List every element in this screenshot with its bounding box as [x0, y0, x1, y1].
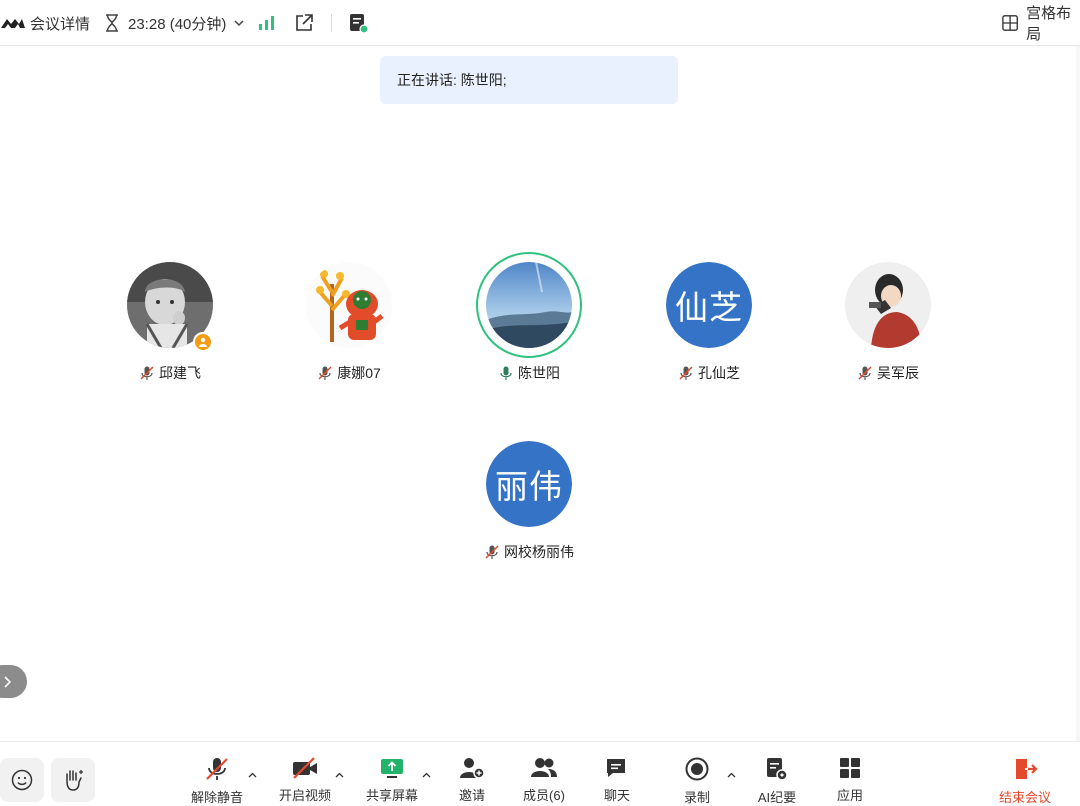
- mic-muted-icon: [858, 366, 872, 380]
- smiley-icon: [11, 769, 33, 791]
- participant-name: 孔仙芝: [698, 365, 740, 381]
- mic-muted-icon: [318, 366, 332, 380]
- share-screen-button[interactable]: 共享屏幕: [360, 756, 424, 804]
- meeting-timer[interactable]: 23:28 (40分钟): [104, 0, 244, 46]
- record-label: 录制: [683, 790, 710, 805]
- bottom-toolbar: 解除静音 开启视频 共享屏幕 邀请 成员(6) 聊天 录制 AI纪要 应用 结束…: [0, 741, 1080, 805]
- participant-name-row: 孔仙芝: [619, 363, 799, 383]
- apps-label: 应用: [836, 788, 863, 803]
- raise-hand-button[interactable]: [51, 758, 95, 802]
- chevron-right-icon: [4, 675, 11, 688]
- start-video-label: 开启视频: [278, 788, 331, 803]
- ai-minutes-label: AI纪要: [757, 790, 797, 805]
- participant-tile[interactable]: 陈世阳: [439, 252, 619, 402]
- unmute-label: 解除静音: [190, 790, 243, 805]
- invite-button[interactable]: 邀请: [440, 756, 504, 804]
- participant-tile[interactable]: 仙芝 孔仙芝: [619, 262, 799, 402]
- chat-label: 聊天: [603, 788, 630, 803]
- topbar-divider: [331, 14, 332, 32]
- ai-notes-icon: [767, 758, 788, 781]
- speaking-text: 正在讲话: 陈世阳;: [397, 72, 507, 88]
- participant-tile[interactable]: 邱建飞: [80, 262, 260, 402]
- avatar: 仙芝: [666, 262, 752, 348]
- host-person-icon: [199, 337, 207, 347]
- share-options-caret-icon[interactable]: [421, 770, 431, 780]
- record-options-caret-icon[interactable]: [726, 770, 736, 780]
- participant-name-row: 陈世阳: [439, 363, 619, 383]
- participant-name: 吴军辰: [877, 365, 919, 381]
- exit-door-icon: [1016, 759, 1038, 779]
- members-button[interactable]: 成员(6): [512, 756, 576, 804]
- ai-minutes-button[interactable]: AI纪要: [745, 756, 809, 805]
- end-meeting-label: 结束会议: [998, 790, 1051, 805]
- raise-hand-icon: [66, 770, 83, 791]
- participant-name: 网校杨丽伟: [504, 544, 574, 560]
- scrollbar-track[interactable]: [1076, 46, 1080, 741]
- participant-tile[interactable]: 康娜07: [259, 262, 439, 402]
- mic-muted-icon: [140, 366, 154, 380]
- tencent-meeting-logo-icon: [1, 19, 25, 28]
- avatar: [486, 262, 572, 348]
- avatar: [306, 262, 392, 348]
- participant-name: 陈世阳: [518, 365, 560, 381]
- invite-label: 邀请: [458, 788, 485, 803]
- apps-button[interactable]: 应用: [818, 756, 882, 804]
- meeting-details-button[interactable]: 会议详情: [0, 0, 90, 46]
- end-meeting-button[interactable]: 结束会议: [993, 756, 1057, 805]
- grid-layout-button[interactable]: 宫格布局: [1002, 0, 1080, 46]
- chat-button[interactable]: 聊天: [585, 756, 649, 804]
- top-bar: 会议详情 23:28 (40分钟) 宫格布局: [0, 0, 1080, 46]
- participant-name-row: 康娜07: [259, 363, 439, 383]
- members-label: 成员(6): [523, 788, 565, 803]
- participant-name-row: 网校杨丽伟: [439, 542, 619, 562]
- participant-tile[interactable]: 丽伟 网校杨丽伟: [439, 441, 619, 581]
- participant-tile[interactable]: 吴军辰: [798, 262, 978, 402]
- record-button[interactable]: 录制: [665, 756, 729, 805]
- grid-layout-icon: [1002, 15, 1018, 31]
- network-signal-icon[interactable]: [258, 0, 276, 46]
- participant-name-row: 吴军辰: [798, 363, 978, 383]
- emoji-reaction-button[interactable]: [0, 758, 44, 802]
- record-icon: [685, 757, 709, 781]
- avatar: 丽伟: [486, 441, 572, 527]
- meeting-details-label: 会议详情: [30, 15, 91, 33]
- share-screen-label: 共享屏幕: [365, 788, 418, 803]
- host-badge: [193, 332, 213, 352]
- expand-side-panel-button[interactable]: [0, 665, 27, 698]
- participant-name: 康娜07: [337, 365, 381, 381]
- video-options-caret-icon[interactable]: [334, 770, 344, 780]
- share-screen-icon: [381, 759, 403, 778]
- apps-grid-icon: [840, 758, 860, 778]
- external-link-icon[interactable]: [294, 0, 314, 46]
- add-user-icon: [460, 758, 485, 779]
- avatar: [845, 262, 931, 348]
- hourglass-icon: [106, 14, 118, 32]
- chevron-down-icon: [234, 20, 244, 27]
- mic-on-icon: [500, 366, 512, 380]
- camera-off-icon: [293, 757, 317, 779]
- grid-layout-label: 宫格布局: [1026, 5, 1072, 43]
- members-icon: [531, 758, 557, 777]
- speaking-banner: 正在讲话: 陈世阳;: [380, 56, 678, 104]
- notes-icon[interactable]: [348, 0, 370, 46]
- start-video-button[interactable]: 开启视频: [273, 756, 337, 804]
- mic-muted-icon: [485, 545, 499, 559]
- audio-options-caret-icon[interactable]: [247, 770, 257, 780]
- mic-muted-icon: [206, 758, 228, 780]
- mic-muted-icon: [679, 366, 693, 380]
- avatar-initials: 仙芝: [666, 262, 752, 348]
- chat-icon: [607, 759, 625, 777]
- participant-name-row: 邱建飞: [80, 363, 260, 383]
- participant-name: 邱建飞: [159, 365, 201, 381]
- avatar-initials: 丽伟: [486, 441, 572, 527]
- timer-text: 23:28 (40分钟): [128, 15, 227, 33]
- unmute-button[interactable]: 解除静音: [185, 756, 249, 805]
